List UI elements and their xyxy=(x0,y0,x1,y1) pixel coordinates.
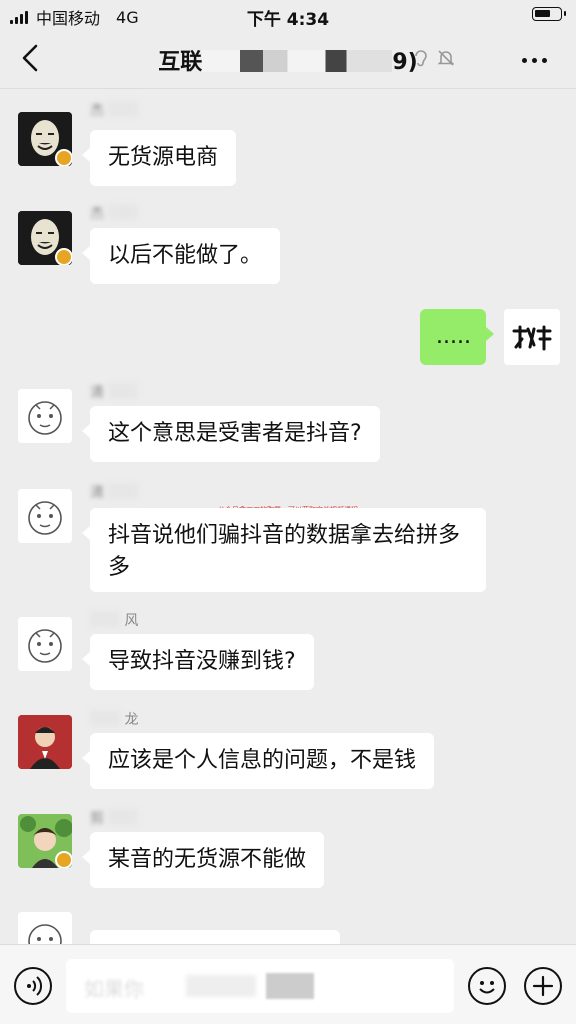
avatar[interactable] xyxy=(18,112,72,166)
sender-nick: 清 xyxy=(90,382,139,401)
more-button[interactable] xyxy=(522,50,552,70)
message-bubble[interactable]: 抖音说他们骗抖音的数据拿去给拼多多 xyxy=(82,508,486,592)
status-bar: 中国移动 4G 下午 4:34 xyxy=(0,0,576,30)
sender-nick: 清 xyxy=(90,482,139,501)
message-bubble[interactable]: 以后不能做了。 xyxy=(81,228,281,284)
add-button[interactable] xyxy=(524,967,562,1005)
battery-icon xyxy=(532,7,566,21)
bell-off-icon xyxy=(437,50,455,66)
ear-icon xyxy=(415,50,427,67)
sender-nick: 龙 xyxy=(90,709,138,728)
verified-badge xyxy=(55,851,72,868)
plus-icon xyxy=(532,975,554,997)
verified-badge xyxy=(55,149,72,166)
message-bubble[interactable]: 应该是个人信息的问题，不是钱 xyxy=(81,733,435,789)
input-ghost-text: 如果你 xyxy=(84,977,144,1001)
voice-button[interactable] xyxy=(14,967,52,1005)
avatar[interactable] xyxy=(18,617,72,671)
chat-title-prefix: 互联 xyxy=(158,50,203,75)
avatar[interactable] xyxy=(18,389,72,443)
status-time: 下午 4:34 xyxy=(246,10,330,30)
message-bubble[interactable]: 无货源电商 xyxy=(81,130,237,186)
my-message-bubble[interactable]: ..... xyxy=(420,309,494,365)
verified-badge xyxy=(55,248,72,265)
message-bubble[interactable]: 导致抖音没赚到钱? xyxy=(82,634,314,690)
voice-icon xyxy=(27,976,43,996)
sender-nick: 杰 xyxy=(90,100,139,119)
message-bubble[interactable]: 某音的无货源不能做 xyxy=(81,832,325,888)
chat-title: 互联 9) xyxy=(0,44,576,76)
avatar[interactable] xyxy=(18,814,72,868)
sender-nick: 风 xyxy=(90,610,138,629)
input-bar: 如果你 xyxy=(0,944,576,1024)
sender-nick: 剪 xyxy=(90,808,139,827)
emoji-icon xyxy=(479,981,495,994)
message-input[interactable]: 如果你 xyxy=(66,959,454,1013)
nav-bar: 互联 9) xyxy=(0,30,576,88)
title-redaction xyxy=(202,50,393,72)
header-divider xyxy=(0,88,576,89)
ellipsis-icon xyxy=(522,57,527,63)
sender-nick: 杰 xyxy=(90,203,139,222)
my-avatar[interactable] xyxy=(504,309,560,365)
emoji-button[interactable] xyxy=(468,967,506,1005)
message-bubble[interactable]: 这个意思是受害者是抖音? xyxy=(82,406,380,462)
title-icons xyxy=(412,48,456,68)
avatar[interactable] xyxy=(18,211,72,265)
avatar[interactable] xyxy=(18,489,72,543)
avatar[interactable] xyxy=(18,715,72,769)
